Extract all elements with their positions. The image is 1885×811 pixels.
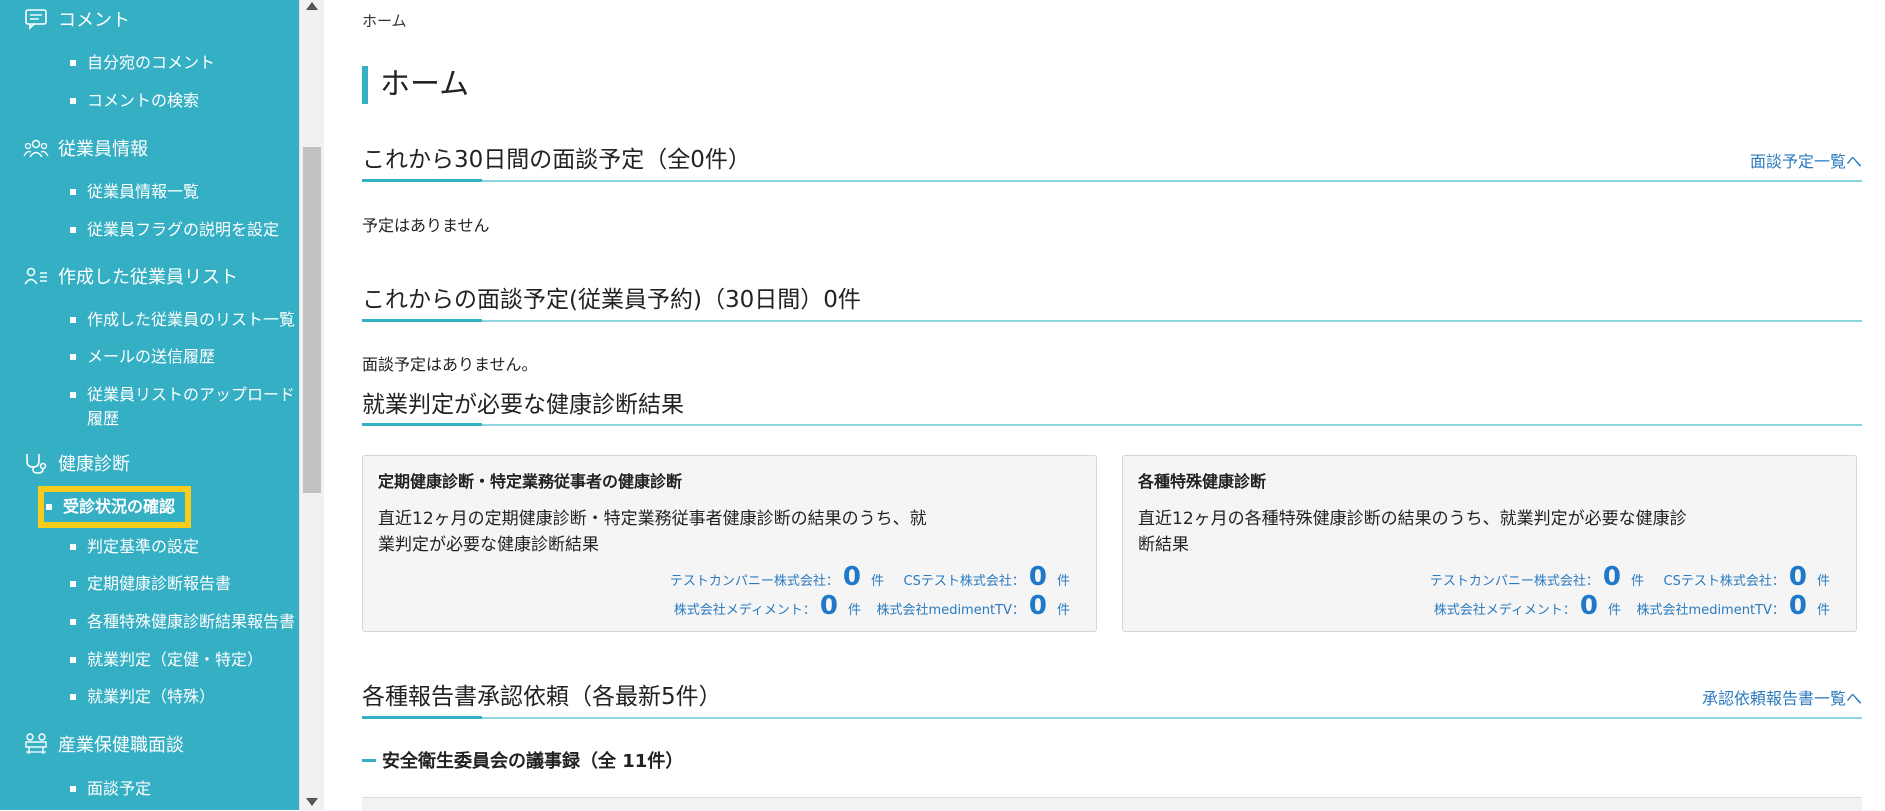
upcoming-meetings-title: これから30日間の面談予定（全0件） bbox=[362, 147, 751, 173]
stat-mediment[interactable]: 株式会社メディメント： 0 件 bbox=[1434, 591, 1621, 621]
sidebar-item-regular-checkup-report[interactable]: 定期健康診断報告書 bbox=[70, 572, 231, 596]
reports-title: 各種報告書承認依頼（各最新5件） bbox=[362, 684, 722, 710]
sidebar-item-work-judgment-special[interactable]: 就業判定（特殊） bbox=[70, 685, 215, 709]
sidebar-item-employee-flags[interactable]: 従業員フラグの説明を設定 bbox=[70, 218, 279, 242]
sidebar-section-label: 健康診断 bbox=[58, 454, 130, 475]
sidebar-section-employee-lists[interactable]: 作成した従業員リスト bbox=[22, 261, 238, 291]
card-title: 各種特殊健康診断 bbox=[1138, 472, 1267, 491]
regular-checkup-card: 定期健康診断・特定業務従事者の健康診断 直近12ヶ月の定期健康診断・特定業務従事… bbox=[362, 455, 1097, 632]
stat-mediment[interactable]: 株式会社メディメント： 0 件 bbox=[674, 591, 861, 621]
scroll-down-arrow-icon[interactable] bbox=[306, 798, 318, 806]
sidebar-section-label: 作成した従業員リスト bbox=[58, 267, 238, 288]
special-checkup-card: 各種特殊健康診断 直近12ヶ月の各種特殊健康診断の結果のうち、就業判定が必要な健… bbox=[1122, 455, 1857, 632]
sidebar-item-created-lists[interactable]: 作成した従業員のリスト一覧 bbox=[70, 308, 295, 332]
sidebar-item-mail-history[interactable]: メールの送信履歴 bbox=[70, 345, 215, 369]
sidebar-scrollbar[interactable] bbox=[299, 0, 324, 810]
table-header-edge bbox=[362, 797, 1862, 811]
comment-icon bbox=[22, 7, 50, 31]
meeting-list-link[interactable]: 面談予定一覧へ bbox=[1750, 148, 1862, 172]
scroll-up-arrow-icon[interactable] bbox=[306, 2, 318, 10]
health-results-title: 就業判定が必要な健康診断結果 bbox=[362, 392, 684, 418]
sidebar-section-employees[interactable]: 従業員情報 bbox=[22, 133, 148, 163]
sidebar: コメント 自分宛のコメント コメントの検索 従業員情報 従業員情報一覧 従業員フ… bbox=[0, 0, 299, 810]
stat-cs-test[interactable]: CSテスト株式会社： 0 件 bbox=[904, 562, 1070, 592]
breadcrumb[interactable]: ホーム bbox=[362, 10, 407, 31]
reports-heading: 各種報告書承認依頼（各最新5件） bbox=[362, 677, 1862, 719]
upcoming-empty-text: 予定はありません bbox=[362, 216, 490, 235]
card-description: 直近12ヶ月の定期健康診断・特定業務従事者健康診断の結果のうち、就 業判定が必要な… bbox=[378, 509, 927, 555]
card-description: 直近12ヶ月の各種特殊健康診断の結果のうち、就業判定が必要な健康診 断結果 bbox=[1138, 509, 1687, 555]
sidebar-section-label: 従業員情報 bbox=[58, 139, 148, 160]
stat-mediment-tv[interactable]: 株式会社medimentTV： 0 件 bbox=[877, 591, 1070, 621]
sidebar-section-health-checkup[interactable]: 健康診断 bbox=[22, 448, 130, 478]
sidebar-section-label: 産業保健職面談 bbox=[58, 735, 184, 756]
page-title: ホーム bbox=[362, 66, 469, 104]
sidebar-item-comment-search[interactable]: コメントの検索 bbox=[70, 89, 199, 113]
stat-mediment-tv[interactable]: 株式会社medimentTV： 0 件 bbox=[1637, 591, 1830, 621]
sidebar-item-employee-list[interactable]: 従業員情報一覧 bbox=[70, 180, 199, 204]
sidebar-item-special-checkup-report[interactable]: 各種特殊健康診断結果報告書 bbox=[70, 610, 295, 634]
reservations-heading: これからの面談予定(従業員予約)（30日間）0件 bbox=[362, 280, 1862, 322]
sidebar-item-work-judgment-regular[interactable]: 就業判定（定健・特定） bbox=[70, 648, 263, 672]
sidebar-section-label: コメント bbox=[58, 10, 130, 31]
heading-dash bbox=[362, 758, 376, 762]
stethoscope-icon bbox=[22, 451, 50, 475]
main-content: ホーム ホーム これから30日間の面談予定（全0件） 面談予定一覧へ 予定はあり… bbox=[362, 0, 1862, 811]
card-title: 定期健康診断・特定業務従事者の健康診断 bbox=[378, 472, 683, 491]
sidebar-item-list-upload-history[interactable]: 従業員リストのアップロード 履歴 bbox=[70, 383, 295, 431]
stat-test-company[interactable]: テストカンパニー株式会社： 0 件 bbox=[1430, 562, 1644, 592]
committee-minutes-heading: 安全衛生委員会の議事録（全 11件） bbox=[362, 747, 683, 773]
health-results-heading: 就業判定が必要な健康診断結果 bbox=[362, 385, 1862, 426]
employees-icon bbox=[22, 136, 50, 160]
sidebar-item-criteria-settings[interactable]: 判定基準の設定 bbox=[70, 535, 199, 559]
sidebar-item-my-comments[interactable]: 自分宛のコメント bbox=[70, 51, 215, 75]
meeting-icon bbox=[22, 732, 50, 756]
person-list-icon bbox=[22, 264, 50, 288]
stat-cs-test[interactable]: CSテスト株式会社： 0 件 bbox=[1664, 562, 1830, 592]
reservations-title: これからの面談予定(従業員予約)（30日間）0件 bbox=[362, 287, 861, 313]
approval-reports-link[interactable]: 承認依頼報告書一覧へ bbox=[1702, 685, 1862, 709]
stat-test-company[interactable]: テストカンパニー株式会社： 0 件 bbox=[670, 562, 884, 592]
sidebar-section-comments[interactable]: コメント bbox=[22, 4, 130, 34]
sidebar-item-checkup-status[interactable]: 受診状況の確認 bbox=[37, 486, 192, 528]
reservations-empty-text: 面談予定はありません。 bbox=[362, 355, 538, 374]
upcoming-meetings-heading: これから30日間の面談予定（全0件） bbox=[362, 140, 1862, 182]
sidebar-section-meetings[interactable]: 産業保健職面談 bbox=[22, 729, 184, 759]
sidebar-item-meeting-schedule[interactable]: 面談予定 bbox=[70, 777, 151, 801]
scrollbar-thumb[interactable] bbox=[303, 147, 321, 493]
